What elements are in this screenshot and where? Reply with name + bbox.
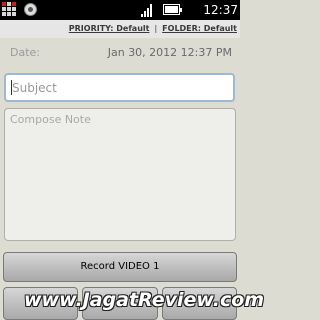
battery-icon [163, 4, 182, 15]
circle-icon [24, 3, 37, 16]
date-label: Date: [10, 46, 40, 59]
header-bar: PRIORITY: Default | FOLDER: Default [0, 20, 240, 38]
signal-icon [141, 4, 155, 17]
header-links: PRIORITY: Default | FOLDER: Default [69, 20, 237, 38]
compose-note-input[interactable] [10, 113, 228, 233]
bottom-button-2[interactable] [82, 287, 158, 320]
clock: 12:37 PM [203, 3, 238, 33]
status-bar: 12:37 PM [0, 0, 240, 33]
header-separator: | [154, 24, 158, 33]
compose-field[interactable] [4, 108, 236, 241]
priority-link[interactable]: PRIORITY: Default [69, 24, 150, 33]
subject-field[interactable] [4, 73, 235, 102]
subject-input[interactable] [12, 75, 227, 100]
bottom-button-3[interactable] [162, 287, 237, 320]
folder-link[interactable]: FOLDER: Default [162, 24, 237, 33]
date-value: Jan 30, 2012 12:37 PM [107, 46, 232, 59]
bottom-button-1[interactable] [3, 287, 78, 320]
app-grid-icon [2, 2, 16, 17]
record-video-button[interactable]: Record VIDEO 1 [3, 252, 237, 282]
